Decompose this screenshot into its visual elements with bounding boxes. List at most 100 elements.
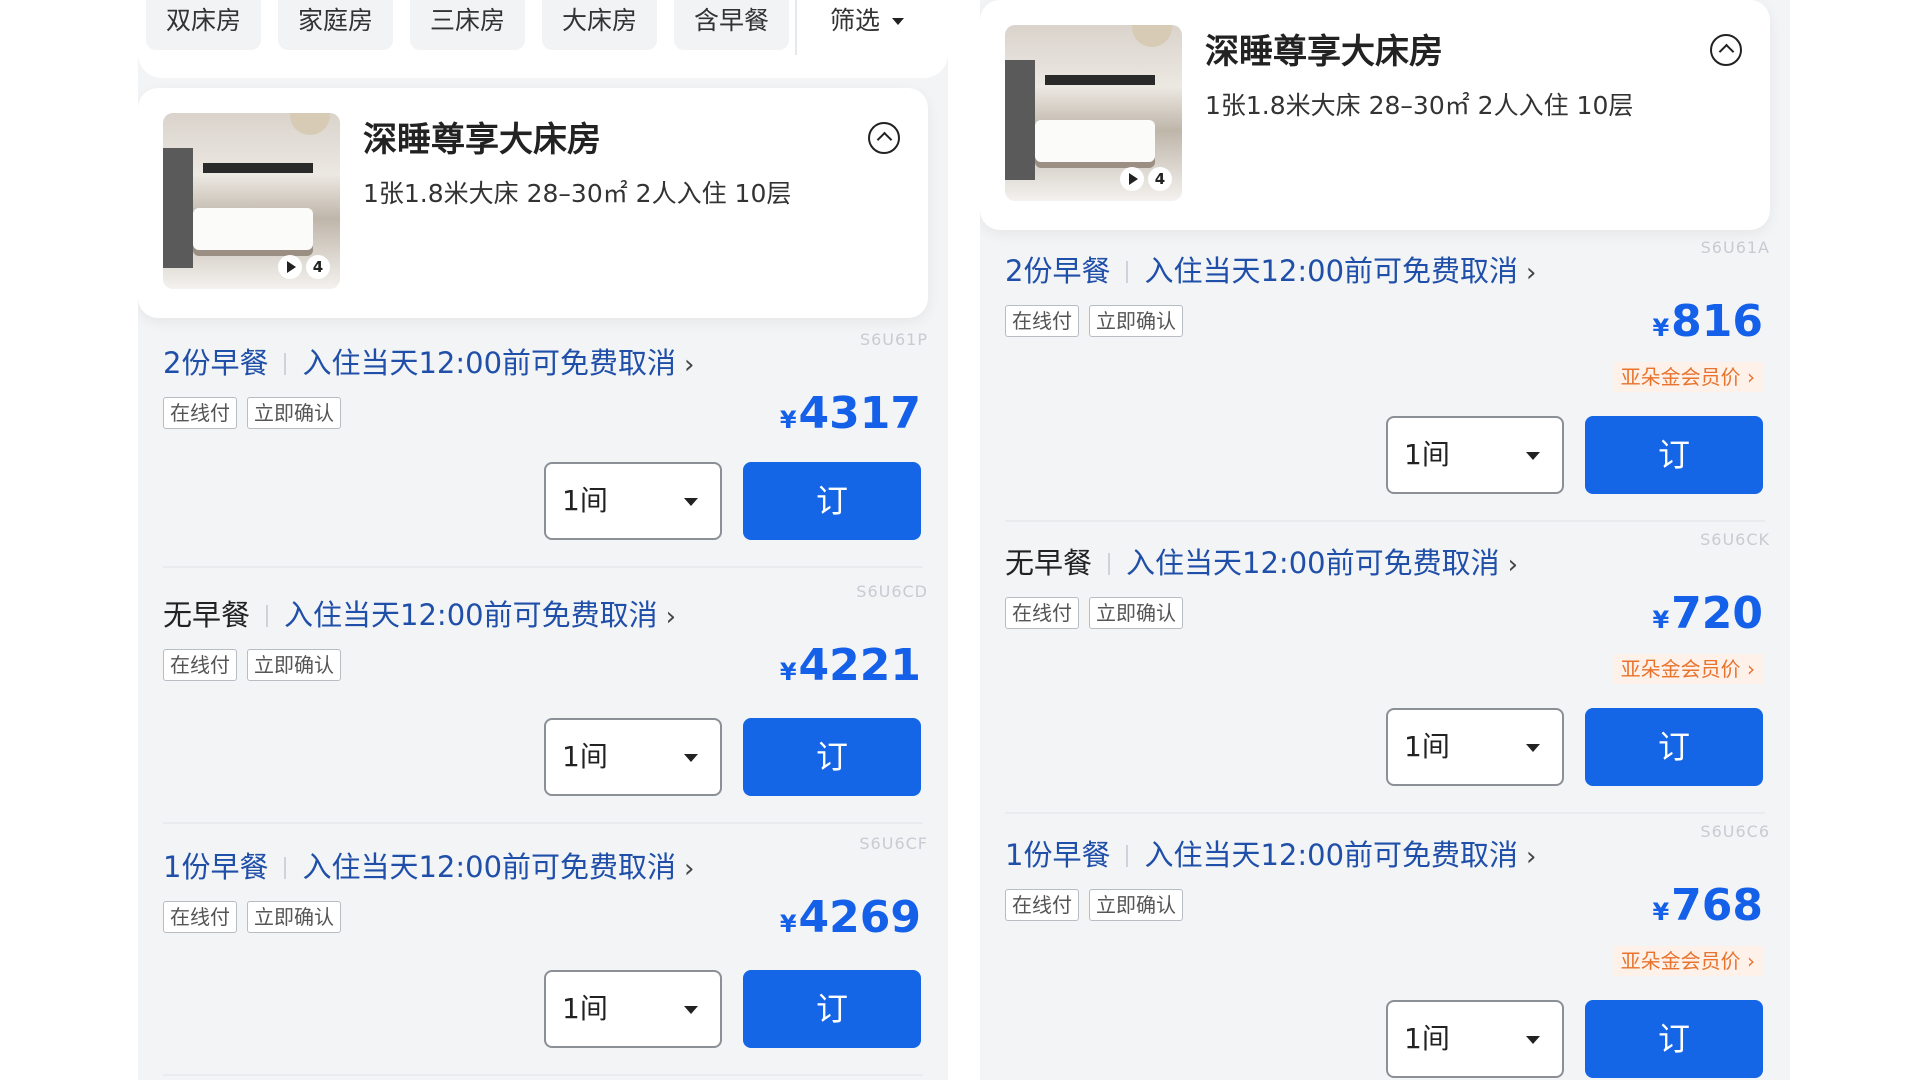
member-price-badge[interactable]: 亚朵金会员价 › — [1612, 946, 1763, 976]
price-value: 4317 — [798, 388, 921, 439]
room-title: 深睡尊享大床房 — [1205, 32, 1443, 72]
rate-code: S6U6CF — [859, 834, 928, 853]
quantity-value: 1间 — [562, 992, 608, 1025]
cancel-policy: 入住当天12:00前可免费取消 — [1126, 546, 1500, 580]
currency-symbol: ¥ — [1652, 898, 1670, 926]
quantity-select[interactable]: 1间 — [1386, 416, 1564, 494]
book-button[interactable]: 订 — [743, 970, 921, 1048]
tag-online-pay: 在线付 — [163, 649, 237, 681]
price: ¥4269 — [780, 892, 921, 943]
rate-title[interactable]: 2份早餐 入住当天12:00前可免费取消 › — [163, 340, 694, 382]
rate-code: S6U6CD — [856, 582, 928, 601]
rate-title[interactable]: 1份早餐 入住当天12:00前可免费取消 › — [163, 844, 694, 886]
room-photo-window — [1005, 60, 1035, 180]
tag-instant-confirm: 立即确认 — [1089, 889, 1183, 921]
book-button[interactable]: 订 — [743, 462, 921, 540]
caret-down-icon — [684, 754, 698, 762]
book-button[interactable]: 订 — [743, 718, 921, 796]
filter-bar: 双床房 家庭房 三床房 大床房 含早餐 筛选 — [138, 0, 948, 78]
rate-title[interactable]: 2份早餐 入住当天12:00前可免费取消 › — [1005, 248, 1536, 290]
room-photo-window — [163, 148, 193, 268]
separator — [266, 605, 269, 627]
separator — [1126, 261, 1129, 283]
cancel-policy: 入住当天12:00前可免费取消 — [1144, 838, 1519, 872]
tag-instant-confirm: 立即确认 — [247, 649, 341, 681]
quantity-value: 1间 — [1404, 730, 1450, 763]
rate-title[interactable]: 无早餐 入住当天12:00前可免费取消 › — [1005, 540, 1518, 582]
photo-count-badge: 4 — [1148, 167, 1172, 191]
room-spec: 1张1.8米大床 28–30㎡ 2人入住 10层 — [1205, 91, 1634, 120]
quantity-select[interactable]: 1间 — [544, 718, 722, 796]
price-value: 4221 — [798, 640, 921, 691]
filter-chip-twin[interactable]: 双床房 — [146, 0, 262, 50]
quantity-select[interactable]: 1间 — [544, 462, 722, 540]
collapse-icon[interactable] — [1710, 34, 1742, 66]
room-photo[interactable]: 4 — [1005, 25, 1182, 201]
currency-symbol: ¥ — [1652, 606, 1670, 634]
filter-chip-triple[interactable]: 三床房 — [410, 0, 526, 50]
chevron-right-icon: › — [1507, 550, 1518, 580]
book-button[interactable]: 订 — [1585, 708, 1763, 786]
meal-label: 无早餐 — [163, 598, 251, 632]
book-button[interactable]: 订 — [1585, 1000, 1763, 1078]
right-panel: 4 深睡尊享大床房 1张1.8米大床 28–30㎡ 2人入住 10层 S6U61… — [980, 0, 1790, 1080]
meal-label: 1份早餐 — [1005, 838, 1111, 872]
rate-code: S6U6C6 — [1700, 822, 1770, 841]
separator — [284, 353, 287, 375]
meal-label: 2份早餐 — [163, 346, 269, 380]
chevron-right-icon: › — [1747, 657, 1755, 681]
tag-online-pay: 在线付 — [163, 901, 237, 933]
rate-title[interactable]: 1份早餐 入住当天12:00前可免费取消 › — [1005, 832, 1536, 874]
currency-symbol: ¥ — [779, 658, 797, 686]
quantity-select[interactable]: 1间 — [1386, 708, 1564, 786]
caret-down-icon — [1526, 744, 1540, 752]
room-photo-bed — [1035, 120, 1155, 162]
quantity-value: 1间 — [1404, 438, 1450, 471]
chevron-right-icon: › — [1747, 949, 1755, 973]
room-header-card[interactable]: 4 深睡尊享大床房 1张1.8米大床 28–30㎡ 2人入住 10层 — [138, 88, 928, 318]
chevron-right-icon: › — [1526, 842, 1537, 872]
room-spec: 1张1.8米大床 28–30㎡ 2人入住 10层 — [363, 179, 792, 208]
quantity-select[interactable]: 1间 — [1386, 1000, 1564, 1078]
tag-instant-confirm: 立即确认 — [1089, 597, 1183, 629]
filter-screen-button[interactable]: 筛选 — [810, 0, 924, 50]
tag-online-pay: 在线付 — [1005, 889, 1079, 921]
price-value: 816 — [1671, 296, 1763, 347]
row-divider — [1005, 812, 1765, 814]
room-photo-lamp — [290, 113, 330, 135]
tag-group: 在线付 立即确认 — [163, 901, 341, 933]
room-photo[interactable]: 4 — [163, 113, 340, 289]
room-photo-lamp — [1132, 25, 1172, 47]
quantity-select[interactable]: 1间 — [544, 970, 722, 1048]
book-button[interactable]: 订 — [1585, 416, 1763, 494]
row-divider — [163, 822, 923, 824]
chevron-right-icon: › — [665, 602, 676, 632]
row-divider — [1005, 520, 1765, 522]
price-value: 768 — [1671, 880, 1763, 931]
tag-group: 在线付 立即确认 — [1005, 597, 1183, 629]
caret-down-icon — [1526, 452, 1540, 460]
filter-chip-breakfast[interactable]: 含早餐 — [674, 0, 790, 50]
caret-down-icon — [892, 18, 905, 25]
price: ¥4221 — [780, 640, 921, 691]
filter-chip-king[interactable]: 大床房 — [542, 0, 658, 50]
media-badge: 4 — [1120, 167, 1172, 191]
chevron-right-icon: › — [684, 854, 695, 884]
separator — [284, 857, 287, 879]
room-header-card[interactable]: 4 深睡尊享大床房 1张1.8米大床 28–30㎡ 2人入住 10层 — [980, 0, 1770, 230]
photo-count-badge: 4 — [306, 255, 330, 279]
quantity-value: 1间 — [562, 740, 608, 773]
filter-chip-family[interactable]: 家庭房 — [278, 0, 394, 50]
tag-group: 在线付 立即确认 — [1005, 305, 1183, 337]
caret-down-icon — [684, 1006, 698, 1014]
currency-symbol: ¥ — [779, 406, 797, 434]
chevron-right-icon: › — [1747, 365, 1755, 389]
tag-instant-confirm: 立即确认 — [1089, 305, 1183, 337]
member-price-badge[interactable]: 亚朵金会员价 › — [1612, 362, 1763, 392]
member-price-badge[interactable]: 亚朵金会员价 › — [1612, 654, 1763, 684]
rate-title[interactable]: 无早餐 入住当天12:00前可免费取消 › — [163, 592, 676, 634]
filter-screen-label: 筛选 — [830, 6, 881, 35]
quantity-value: 1间 — [1404, 1022, 1450, 1055]
collapse-icon[interactable] — [868, 122, 900, 154]
rate-code: S6U61A — [1700, 238, 1770, 257]
